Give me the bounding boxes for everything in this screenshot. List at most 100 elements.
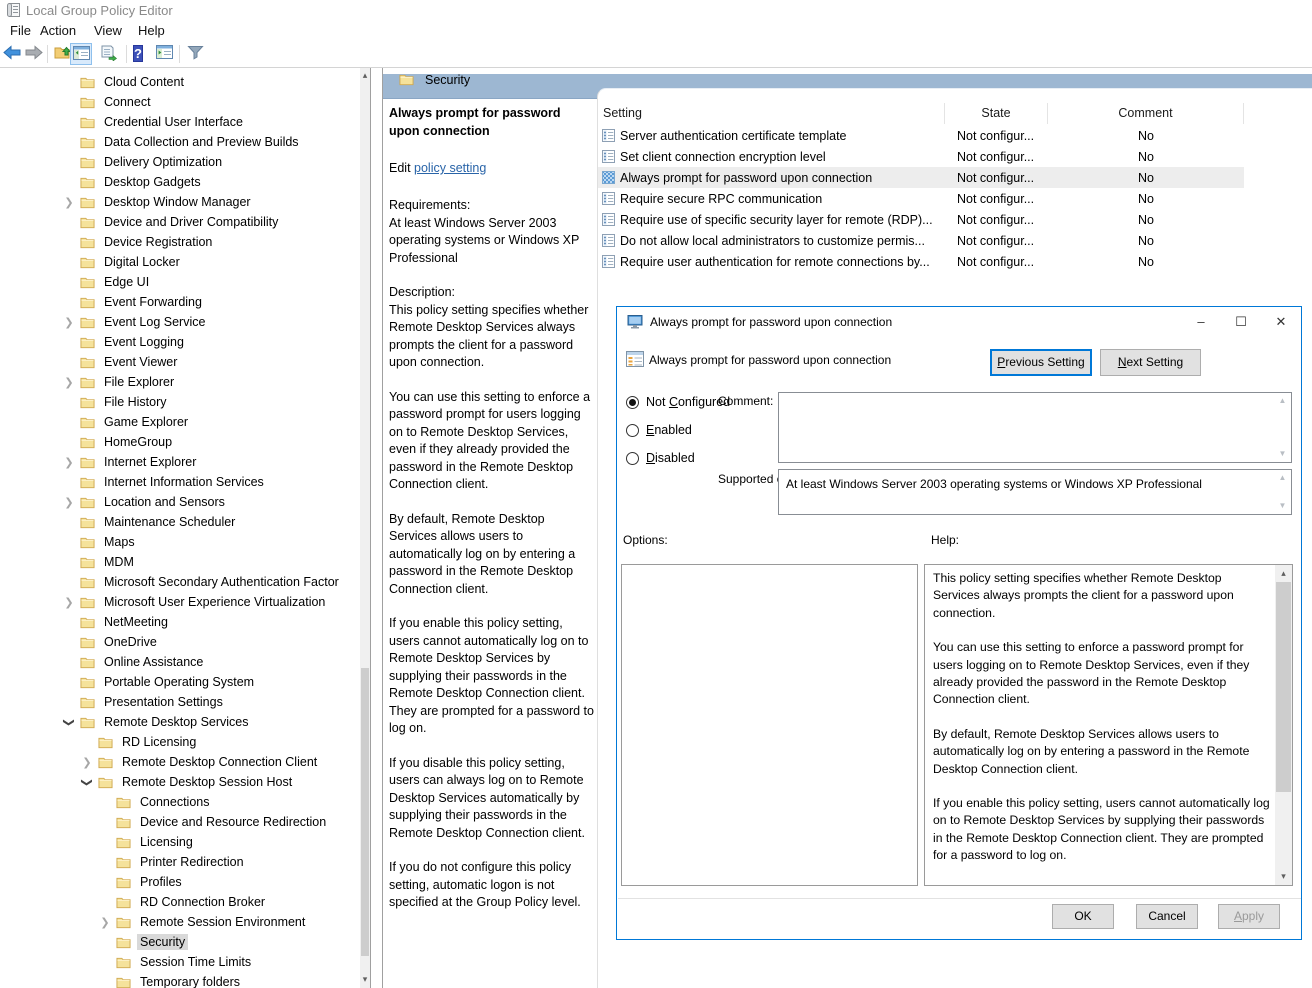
settings-row-always-prompt-for-password-upon-connection[interactable]: Always prompt for password upon connecti… <box>598 167 1244 188</box>
chevron-right-icon[interactable]: ❯ <box>58 496 80 509</box>
tree-item-desktop-gadgets[interactable]: Desktop Gadgets <box>58 172 360 192</box>
menu-action[interactable]: Action <box>36 22 80 39</box>
radio-circle-icon[interactable] <box>626 396 639 409</box>
chevron-right-icon[interactable]: ❯ <box>58 196 80 209</box>
menu-help[interactable]: Help <box>134 22 169 39</box>
settings-row-do-not-allow-local-administrators-to-customize-permis[interactable]: Do not allow local administrators to cus… <box>598 230 1244 251</box>
scroll-down-icon[interactable]: ▾ <box>360 973 370 988</box>
cancel-button[interactable]: Cancel <box>1136 904 1198 929</box>
tree-item-security[interactable]: Security <box>94 932 360 952</box>
help-icon[interactable]: ? <box>133 45 143 62</box>
help-box[interactable]: This policy setting specifies whether Re… <box>924 564 1293 886</box>
tree-item-maps[interactable]: Maps <box>58 532 360 552</box>
ok-button[interactable]: OK <box>1052 904 1114 929</box>
supported-scroll-arrows[interactable]: ▲▼ <box>1276 472 1289 512</box>
scroll-down-icon[interactable]: ▾ <box>1275 869 1292 885</box>
settings-row-require-use-of-specific-security-layer-for-remote-rdp[interactable]: Require use of specific security layer f… <box>598 209 1244 230</box>
radio-circle-icon[interactable] <box>626 452 639 465</box>
radio-disabled[interactable]: Disabled <box>626 451 695 465</box>
tree-item-temporary-folders[interactable]: Temporary folders <box>94 972 360 988</box>
dialog-title-bar[interactable]: Always prompt for password upon connecti… <box>617 307 1301 337</box>
tree-item-device-and-resource-redirection[interactable]: Device and Resource Redirection <box>94 812 360 832</box>
menu-view[interactable]: View <box>90 22 126 39</box>
next-setting-button[interactable]: Next Setting <box>1100 349 1201 376</box>
tree-item-session-time-limits[interactable]: Session Time Limits <box>94 952 360 972</box>
tree-item-presentation-settings[interactable]: Presentation Settings <box>58 692 360 712</box>
chevron-right-icon[interactable]: ❯ <box>58 456 80 469</box>
tree-item-homegroup[interactable]: HomeGroup <box>58 432 360 452</box>
tree-item-desktop-window-manager[interactable]: ❯Desktop Window Manager <box>58 192 360 212</box>
tree-item-netmeeting[interactable]: NetMeeting <box>58 612 360 632</box>
settings-row-server-authentication-certificate-template[interactable]: Server authentication certificate templa… <box>598 125 1244 146</box>
options-box[interactable] <box>621 564 918 886</box>
export-list-icon[interactable] <box>100 45 117 64</box>
close-icon[interactable]: ✕ <box>1261 307 1301 336</box>
tree-item-event-log-service[interactable]: ❯Event Log Service <box>58 312 360 332</box>
radio-enabled[interactable]: Enabled <box>626 423 692 437</box>
tree-item-profiles[interactable]: Profiles <box>94 872 360 892</box>
pane-splitter[interactable] <box>371 68 383 988</box>
tree-item-connections[interactable]: Connections <box>94 792 360 812</box>
tree-item-remote-desktop-session-host[interactable]: ❯Remote Desktop Session Host <box>76 772 360 792</box>
chevron-right-icon[interactable]: ❯ <box>76 756 98 769</box>
chevron-right-icon[interactable]: ❯ <box>58 376 80 389</box>
scroll-up-icon[interactable]: ▴ <box>360 68 370 83</box>
tree-item-licensing[interactable]: Licensing <box>94 832 360 852</box>
help-scrollbar[interactable]: ▴ ▾ <box>1275 565 1292 885</box>
tree-scrollbar-thumb[interactable] <box>361 668 369 956</box>
tree-item-credential-user-interface[interactable]: Credential User Interface <box>58 112 360 132</box>
column-header-state[interactable]: State <box>945 103 1048 124</box>
tree-item-rd-connection-broker[interactable]: RD Connection Broker <box>94 892 360 912</box>
tree-item-internet-explorer[interactable]: ❯Internet Explorer <box>58 452 360 472</box>
tree-item-device-registration[interactable]: Device Registration <box>58 232 360 252</box>
tree-item-remote-desktop-connection-client[interactable]: ❯Remote Desktop Connection Client <box>76 752 360 772</box>
tree-item-mdm[interactable]: MDM <box>58 552 360 572</box>
forward-icon[interactable] <box>25 45 43 63</box>
tree-item-portable-operating-system[interactable]: Portable Operating System <box>58 672 360 692</box>
tree-item-event-forwarding[interactable]: Event Forwarding <box>58 292 360 312</box>
comment-scroll-arrows[interactable]: ▲▼ <box>1276 395 1289 460</box>
menu-file[interactable]: File <box>6 22 35 39</box>
tree-item-edge-ui[interactable]: Edge UI <box>58 272 360 292</box>
chevron-right-icon[interactable]: ❯ <box>94 916 116 929</box>
settings-row-set-client-connection-encryption-level[interactable]: Set client connection encryption levelNo… <box>598 146 1244 167</box>
tree-item-maintenance-scheduler[interactable]: Maintenance Scheduler <box>58 512 360 532</box>
tree-item-event-viewer[interactable]: Event Viewer <box>58 352 360 372</box>
tree-item-location-and-sensors[interactable]: ❯Location and Sensors <box>58 492 360 512</box>
column-header-setting[interactable]: Setting <box>598 103 945 124</box>
chevron-down-icon[interactable]: ❯ <box>63 711 76 733</box>
previous-setting-button[interactable]: Previous Setting <box>990 349 1092 376</box>
tree-item-file-history[interactable]: File History <box>58 392 360 412</box>
tree-item-rd-licensing[interactable]: RD Licensing <box>76 732 360 752</box>
maximize-icon[interactable]: ☐ <box>1221 307 1261 336</box>
tree-scrollbar[interactable]: ▴ ▾ <box>360 68 370 988</box>
radio-circle-icon[interactable] <box>626 424 639 437</box>
apply-button[interactable]: Apply <box>1218 904 1280 929</box>
extended-standard-view-icon[interactable] <box>156 45 173 62</box>
radio-not-configured[interactable]: Not Configured <box>626 395 730 409</box>
tree-item-microsoft-user-experience-virtualization[interactable]: ❯Microsoft User Experience Virtualizatio… <box>58 592 360 612</box>
filter-icon[interactable] <box>187 45 204 63</box>
tree-item-game-explorer[interactable]: Game Explorer <box>58 412 360 432</box>
back-icon[interactable] <box>3 45 21 63</box>
settings-row-require-secure-rpc-communication[interactable]: Require secure RPC communicationNot conf… <box>598 188 1244 209</box>
tree-item-microsoft-secondary-authentication-factor[interactable]: Microsoft Secondary Authentication Facto… <box>58 572 360 592</box>
tree-item-device-and-driver-compatibility[interactable]: Device and Driver Compatibility <box>58 212 360 232</box>
tree-item-digital-locker[interactable]: Digital Locker <box>58 252 360 272</box>
tree-item-connect[interactable]: Connect <box>58 92 360 112</box>
settings-row-require-user-authentication-for-remote-connections-by[interactable]: Require user authentication for remote c… <box>598 251 1244 272</box>
chevron-down-icon[interactable]: ❯ <box>81 771 94 793</box>
tree-item-internet-information-services[interactable]: Internet Information Services <box>58 472 360 492</box>
tree-item-data-collection-and-preview-builds[interactable]: Data Collection and Preview Builds <box>58 132 360 152</box>
tree-item-remote-session-environment[interactable]: ❯Remote Session Environment <box>94 912 360 932</box>
tree-item-printer-redirection[interactable]: Printer Redirection <box>94 852 360 872</box>
supported-on-field[interactable]: At least Windows Server 2003 operating s… <box>778 469 1292 515</box>
up-one-level-folder-icon[interactable] <box>54 45 71 63</box>
column-header-comment[interactable]: Comment <box>1048 103 1244 124</box>
tree-item-file-explorer[interactable]: ❯File Explorer <box>58 372 360 392</box>
tree-item-online-assistance[interactable]: Online Assistance <box>58 652 360 672</box>
help-scrollbar-thumb[interactable] <box>1276 582 1291 792</box>
edit-policy-setting-link[interactable]: policy setting <box>414 161 486 175</box>
chevron-right-icon[interactable]: ❯ <box>58 316 80 329</box>
tree-item-remote-desktop-services[interactable]: ❯Remote Desktop Services <box>58 712 360 732</box>
